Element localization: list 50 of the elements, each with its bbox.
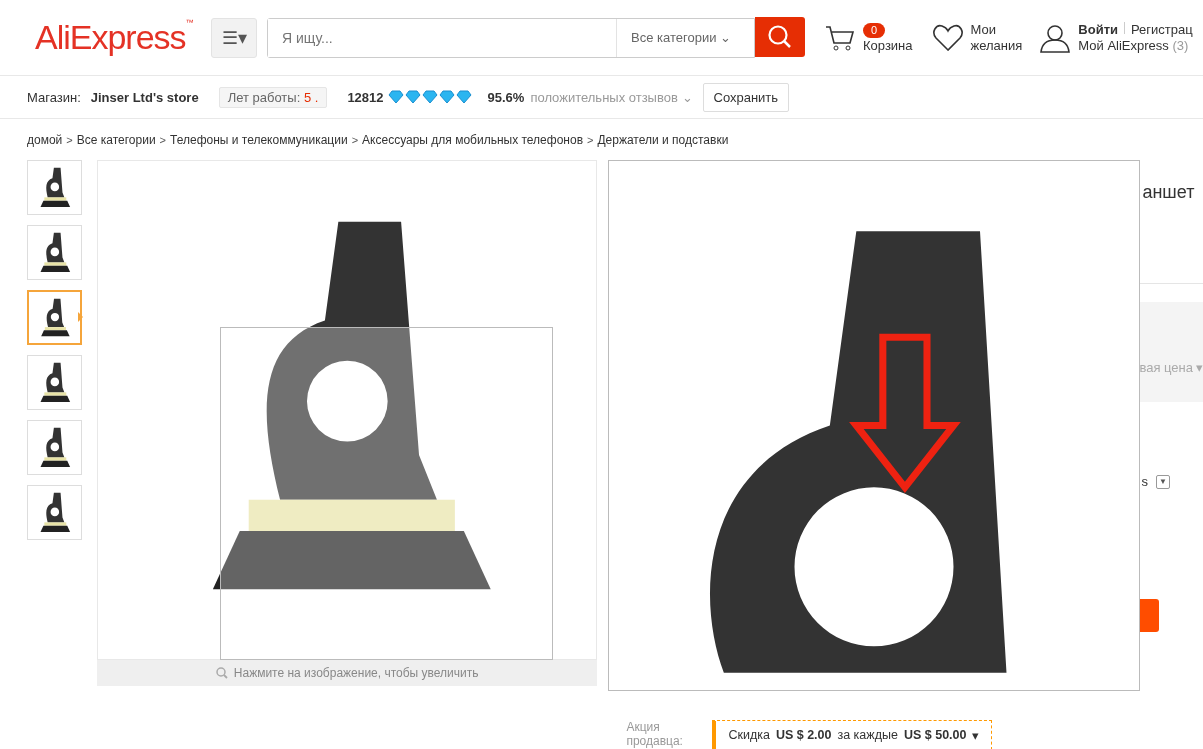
breadcrumb-link[interactable]: Телефоны и телекоммуникации — [170, 133, 348, 147]
breadcrumb-separator: > — [65, 134, 74, 146]
cart-count-badge: 0 — [863, 22, 886, 38]
message-count: (3) — [1172, 37, 1189, 53]
breadcrumb-separator: > — [586, 134, 595, 146]
thumbnail[interactable] — [27, 225, 82, 280]
store-name-link[interactable]: Jinser Ltd's store — [90, 89, 199, 105]
search-button[interactable] — [755, 17, 805, 57]
user-icon[interactable] — [1040, 22, 1071, 53]
search-field[interactable]: Я ищу... Все категории ⌄ — [267, 17, 755, 58]
cart-link[interactable]: Корзина — [863, 37, 913, 53]
diamond-icon — [438, 90, 455, 104]
thumbnail[interactable] — [27, 420, 82, 475]
arrow-icon — [849, 333, 962, 494]
breadcrumb-separator: > — [350, 134, 360, 146]
breadcrumb-link[interactable]: Аксессуары для мобильных телефонов — [362, 133, 583, 147]
breadcrumb-link[interactable]: домой — [27, 133, 63, 147]
store-score: 12812 — [347, 89, 384, 105]
product-title: аншет — [1142, 182, 1196, 203]
my-aliexpress-link[interactable]: Мой AliExpress — [1078, 37, 1169, 53]
register-link[interactable]: Регистрац — [1131, 21, 1193, 37]
positive-rating: 95.6% — [487, 89, 525, 105]
diamond-icon — [387, 90, 404, 104]
save-store-button[interactable]: Сохранить — [702, 82, 790, 112]
search-icon — [767, 24, 793, 50]
search-icon — [215, 667, 228, 679]
thumbnail[interactable] — [27, 355, 82, 410]
wishlist-link[interactable]: Мои желания — [970, 21, 1023, 54]
breadcrumb-separator: > — [158, 134, 168, 146]
heart-icon[interactable] — [932, 23, 963, 52]
dropdown-button[interactable]: ▼ — [1155, 474, 1170, 489]
diamond-icon — [455, 90, 472, 104]
price-label: вая цена — [1139, 359, 1193, 375]
thumbnail[interactable] — [27, 485, 82, 540]
store-label: Магазин: — [27, 89, 81, 105]
diamond-icon — [421, 90, 438, 104]
store-years-badge: Лет работы: 5 . — [218, 86, 328, 108]
menu-button[interactable]: ☰▾ — [211, 17, 257, 58]
breadcrumb-link[interactable]: Держатели и подставки — [597, 133, 729, 147]
thumbnail[interactable] — [27, 160, 82, 215]
zoom-lens[interactable] — [219, 327, 553, 660]
seller-discount-dropdown[interactable]: Скидка US $ 2.00 за каждые US $ 50.00 ▾ — [712, 720, 993, 749]
aliexpress-logo[interactable]: AliExpress™ — [35, 18, 201, 57]
diamond-icon — [404, 90, 421, 104]
login-link[interactable]: Войти — [1078, 21, 1118, 37]
breadcrumb-link[interactable]: Все категории — [76, 133, 156, 147]
option-label: s — [1141, 474, 1148, 489]
zoom-hint: Нажмите на изображение, чтобы увеличить — [233, 666, 479, 680]
buy-button[interactable] — [1139, 599, 1160, 632]
promo-label: Акция продавца: — [626, 720, 684, 749]
